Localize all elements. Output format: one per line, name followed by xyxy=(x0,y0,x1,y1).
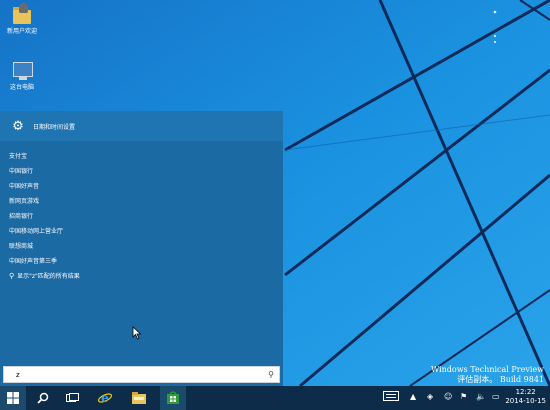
mouse-cursor-icon xyxy=(132,326,142,340)
internet-explorer-icon: e xyxy=(97,391,113,405)
task-view-icon xyxy=(66,393,79,402)
desktop-icon-label: 这台电脑 xyxy=(9,84,34,91)
network-icon[interactable]: ◈ xyxy=(427,392,433,401)
best-match-header[interactable]: ⚙ 日期和时间设置 xyxy=(0,111,283,141)
clock-date: 2014-10-15 xyxy=(505,397,546,405)
start-button[interactable] xyxy=(0,386,26,410)
search-result-item[interactable]: 新网页游戏 xyxy=(0,194,283,209)
search-results-list: 支付宝 中国银行 中国好声音 新网页游戏 招商银行 中国移动网上营业厅 联想商城… xyxy=(0,149,283,284)
watermark-line-1: Windows Technical Preview xyxy=(431,365,544,374)
search-icon xyxy=(37,392,49,404)
desktop-icon-user-welcome[interactable]: 新用户欢迎 xyxy=(2,3,42,36)
build-watermark: Windows Technical Preview 评估副本。 Build 98… xyxy=(431,365,544,385)
store-button[interactable] xyxy=(160,386,186,410)
file-explorer-icon xyxy=(132,392,146,404)
best-match-label: 日期和时间设置 xyxy=(33,124,76,131)
tray-clock[interactable]: 12:22 2014-10-15 xyxy=(505,388,546,406)
search-result-item[interactable]: 招商银行 xyxy=(0,209,283,224)
search-result-item[interactable]: 中国好声音第三季 xyxy=(0,254,283,269)
monitor-icon[interactable]: ▭ xyxy=(492,392,500,401)
search-icon[interactable]: ⚲ xyxy=(268,370,274,379)
taskbar: e ▲ ◈ ☺ ⚑ 🔈 ▭ 12:22 2014-10-15 xyxy=(0,386,550,410)
taskbar-search-button[interactable] xyxy=(30,386,56,410)
search-web-results[interactable]: ⚲ 显示"z"匹配的所有结果 xyxy=(0,269,283,284)
store-icon xyxy=(167,391,179,404)
clock-time: 12:22 xyxy=(515,388,536,396)
search-box[interactable]: ⚲ xyxy=(3,366,280,383)
search-icon: ⚲ xyxy=(9,272,15,280)
user-folder-icon xyxy=(11,3,33,26)
computer-monitor-icon xyxy=(11,60,33,82)
search-result-item[interactable]: 联想商城 xyxy=(0,239,283,254)
volume-icon[interactable]: 🔈 xyxy=(476,392,486,401)
flag-icon[interactable]: ⚑ xyxy=(460,392,467,401)
search-result-item[interactable]: 中国好声音 xyxy=(0,179,283,194)
svg-text:e: e xyxy=(101,391,109,405)
start-menu: ⚙ 日期和时间设置 支付宝 中国银行 中国好声音 新网页游戏 招商银行 中国移动… xyxy=(0,111,283,386)
watermark-line-2: 评估副本。 Build 9841 xyxy=(457,375,544,384)
file-explorer-button[interactable] xyxy=(126,386,152,410)
app-tray-icon[interactable]: ☺ xyxy=(444,392,452,401)
settings-gear-icon: ⚙ xyxy=(10,118,26,134)
desktop-icon-this-pc[interactable]: 这台电脑 xyxy=(2,60,42,92)
search-result-item[interactable]: 中国银行 xyxy=(0,164,283,179)
keyboard-icon[interactable] xyxy=(383,391,399,403)
search-input[interactable] xyxy=(16,369,256,380)
chevron-up-icon[interactable]: ▲ xyxy=(410,392,416,401)
desktop-icon-label: 新用户欢迎 xyxy=(6,28,37,35)
search-result-item[interactable]: 中国移动网上营业厅 xyxy=(0,224,283,239)
internet-explorer-button[interactable]: e xyxy=(92,386,118,410)
search-result-item[interactable]: 支付宝 xyxy=(0,149,283,164)
task-view-button[interactable] xyxy=(60,386,86,410)
windows-logo-icon xyxy=(7,392,19,404)
